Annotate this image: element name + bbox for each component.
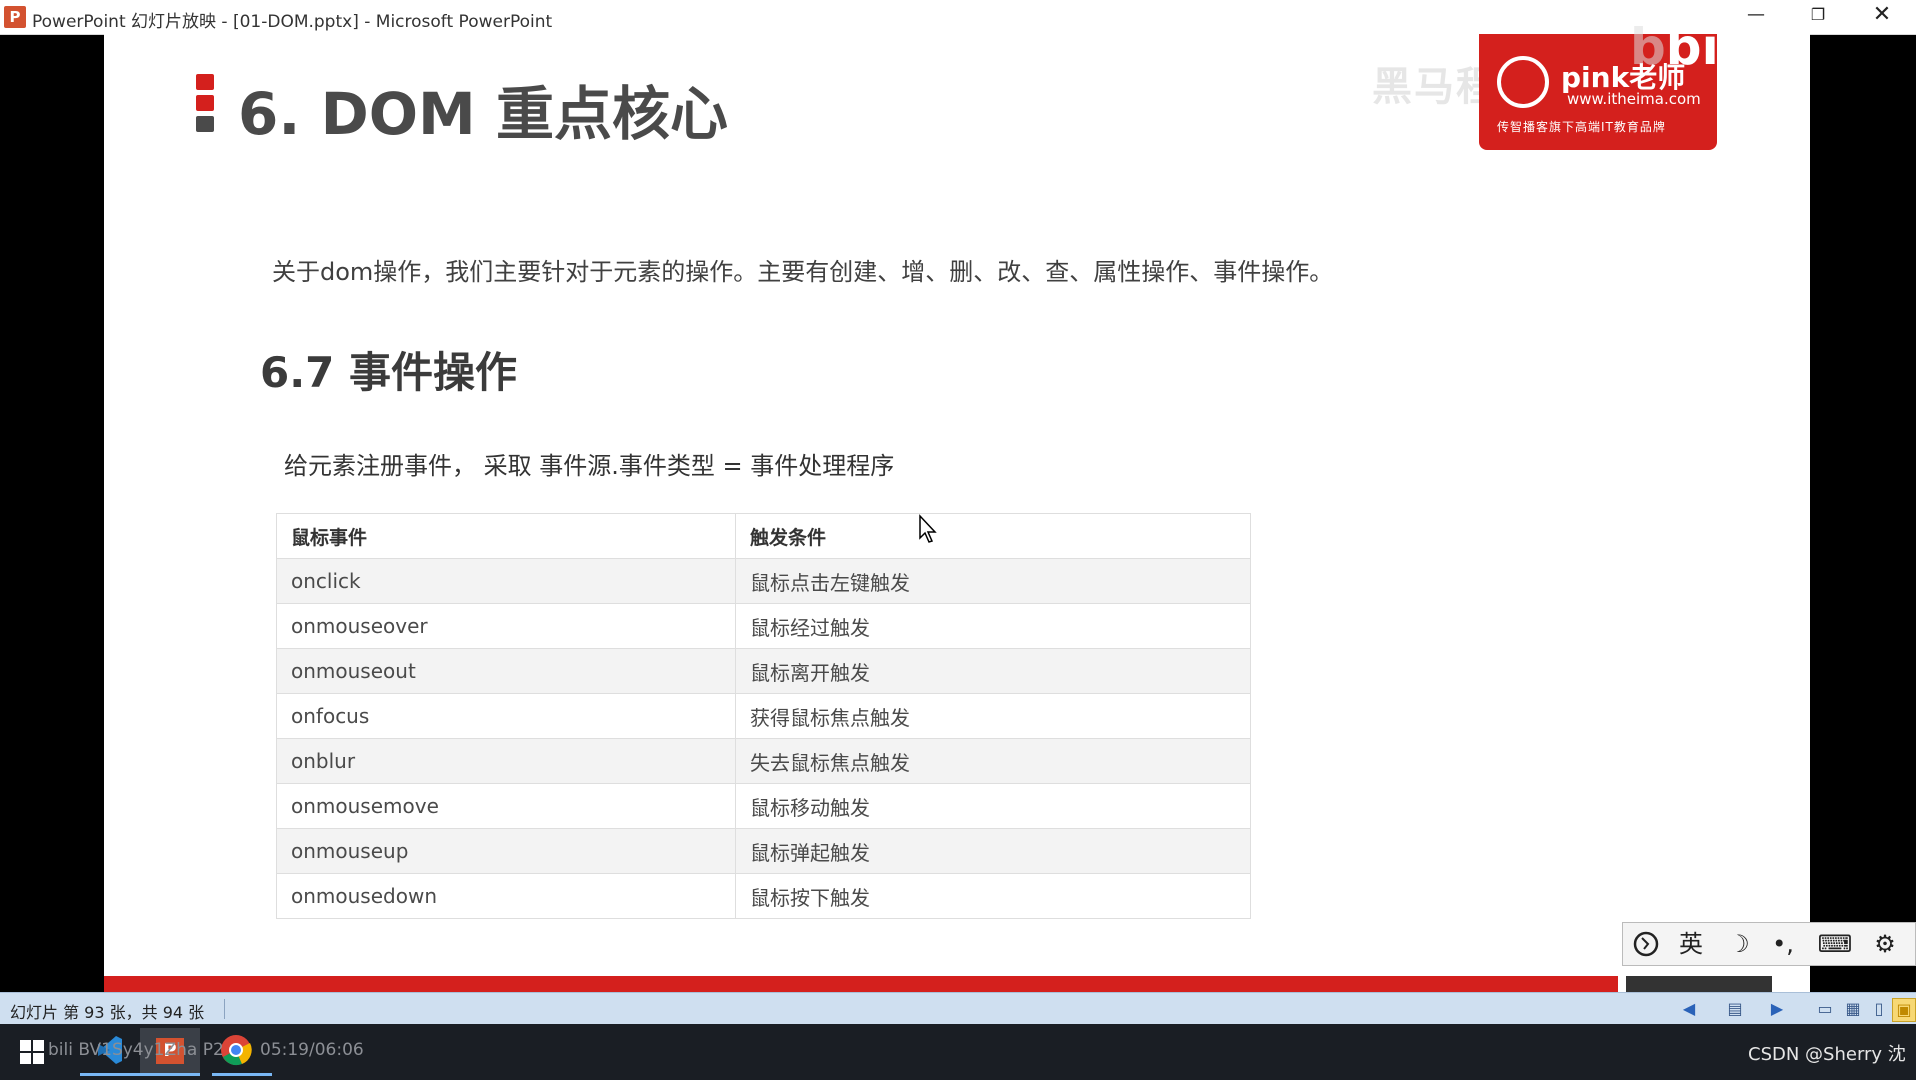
restore-button[interactable]: ❐ bbox=[1788, 0, 1848, 32]
trigger-cell: 获得鼠标焦点触发 bbox=[735, 693, 1251, 739]
table-row: onblur 失去鼠标焦点触发 bbox=[276, 738, 1251, 784]
keyboard-icon[interactable]: ⌨ bbox=[1815, 929, 1855, 959]
brand-circle-icon bbox=[1497, 56, 1549, 108]
slide-heading: 6. DOM 重点核心 bbox=[238, 80, 728, 148]
powerpoint-app-icon: P bbox=[4, 6, 26, 28]
ime-shadow bbox=[1626, 976, 1772, 992]
reading-view-icon[interactable]: ▯ bbox=[1868, 998, 1890, 1020]
table-header-row: 鼠标事件 触发条件 bbox=[276, 513, 1251, 559]
event-name-cell: onblur bbox=[276, 738, 736, 784]
table-row: onfocus 获得鼠标焦点触发 bbox=[276, 693, 1251, 739]
slide-menu-icon[interactable]: ▤ bbox=[1724, 998, 1746, 1020]
event-name-cell: onfocus bbox=[276, 693, 736, 739]
brand-url: www.itheima.com bbox=[1567, 90, 1701, 108]
ime-toolbar: 英 ☽ •, ⌨ ⚙ bbox=[1622, 922, 1916, 966]
slideshow-view-icon[interactable]: ▣ bbox=[1892, 998, 1916, 1022]
trigger-cell: 鼠标弹起触发 bbox=[735, 828, 1251, 874]
event-name-cell: onclick bbox=[276, 558, 736, 604]
slide-counter: 幻灯片 第 93 张，共 94 张 bbox=[10, 1003, 205, 1022]
intro-paragraph: 关于dom操作，我们主要针对于元素的操作。主要有创建、增、删、改、查、属性操作、… bbox=[272, 258, 1334, 286]
status-bar: 幻灯片 第 93 张，共 94 张 ◀ ▤ ▶ ▭ ▦ ▯ ▣ bbox=[0, 992, 1916, 1025]
gear-icon[interactable]: ⚙ bbox=[1865, 929, 1905, 959]
event-rule-text: 给元素注册事件， 采取 事件源.事件类型 = 事件处理程序 bbox=[284, 452, 895, 480]
table-row: onmousedown 鼠标按下触发 bbox=[276, 873, 1251, 919]
event-name-cell: onmouseover bbox=[276, 603, 736, 649]
close-button[interactable]: ✕ bbox=[1852, 0, 1912, 32]
table-header-cell: 触发条件 bbox=[735, 513, 1251, 559]
brand-slogan: 传智播客旗下高端IT教育品牌 bbox=[1497, 120, 1666, 134]
moon-icon[interactable]: ☽ bbox=[1719, 929, 1759, 959]
table-row: onmouseout 鼠标离开触发 bbox=[276, 648, 1251, 694]
previous-slide-icon[interactable]: ◀ bbox=[1678, 998, 1700, 1020]
event-name-cell: onmouseup bbox=[276, 828, 736, 874]
table-row: onmouseover 鼠标经过触发 bbox=[276, 603, 1251, 649]
trigger-cell: 失去鼠标焦点触发 bbox=[735, 738, 1251, 784]
punctuation-icon[interactable]: •, bbox=[1763, 929, 1803, 959]
trigger-cell: 鼠标点击左键触发 bbox=[735, 558, 1251, 604]
title-bar: P PowerPoint 幻灯片放映 - [01-DOM.pptx] - Mic… bbox=[0, 0, 1916, 35]
status-divider bbox=[224, 999, 225, 1019]
csdn-watermark: CSDN @Sherry 沈 bbox=[1748, 1044, 1906, 1065]
table-header-cell: 鼠标事件 bbox=[276, 513, 736, 559]
video-overlay-text: bili BV1Sy4y1Zha P2 bbox=[48, 1040, 224, 1060]
trigger-cell: 鼠标按下触发 bbox=[735, 873, 1251, 919]
ime-logo-icon[interactable] bbox=[1627, 929, 1667, 959]
trigger-cell: 鼠标移动触发 bbox=[735, 783, 1251, 829]
bilibili-logo: bbili bbox=[1630, 18, 1754, 76]
trigger-cell: 鼠标经过触发 bbox=[735, 603, 1251, 649]
window-title: PowerPoint 幻灯片放映 - [01-DOM.pptx] - Micro… bbox=[32, 12, 553, 32]
title-marker-icon bbox=[196, 74, 214, 132]
section-heading: 6.7 事件操作 bbox=[260, 348, 518, 397]
event-name-cell: onmousedown bbox=[276, 873, 736, 919]
table-row: onmousemove 鼠标移动触发 bbox=[276, 783, 1251, 829]
mouse-pointer-icon bbox=[919, 514, 937, 543]
event-name-cell: onmousemove bbox=[276, 783, 736, 829]
trigger-cell: 鼠标离开触发 bbox=[735, 648, 1251, 694]
slide-canvas[interactable]: 6. DOM 重点核心 黑马程序员 pink老师 www.itheima.com… bbox=[104, 34, 1810, 992]
slide-footer-bar bbox=[104, 976, 1618, 992]
table-row: onmouseup 鼠标弹起触发 bbox=[276, 828, 1251, 874]
normal-view-icon[interactable]: ▭ bbox=[1814, 998, 1836, 1020]
sorter-view-icon[interactable]: ▦ bbox=[1842, 998, 1864, 1020]
taskbar: P bili BV1Sy4y1Zha P2 05:19/06:06 CSDN @… bbox=[0, 1024, 1916, 1080]
ime-language-toggle[interactable]: 英 bbox=[1671, 929, 1711, 959]
mouse-events-table: 鼠标事件 触发条件 onclick 鼠标点击左键触发 onmouseover 鼠… bbox=[276, 513, 1251, 919]
event-name-cell: onmouseout bbox=[276, 648, 736, 694]
next-slide-icon[interactable]: ▶ bbox=[1766, 998, 1788, 1020]
table-row: onclick 鼠标点击左键触发 bbox=[276, 558, 1251, 604]
video-timestamp: 05:19/06:06 bbox=[260, 1040, 364, 1060]
